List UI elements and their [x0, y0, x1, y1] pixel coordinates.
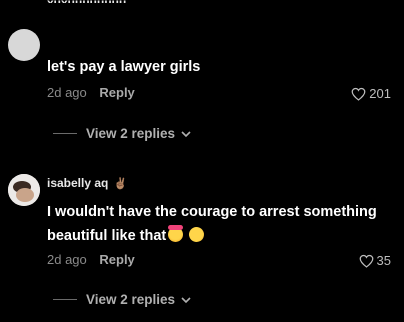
- divider-line: [53, 299, 77, 300]
- view-replies-button[interactable]: View 2 replies: [53, 126, 191, 141]
- username-text: isabelly aq: [47, 176, 109, 190]
- like-button[interactable]: 35: [359, 253, 391, 268]
- rofl-emoji-icon: [186, 224, 207, 245]
- view-replies-button[interactable]: View 2 replies: [53, 292, 191, 307]
- comment-meta: 2d ago Reply: [47, 252, 135, 267]
- comment-username[interactable]: isabelly aq ✌🏽: [47, 175, 127, 192]
- comment-username[interactable]: xuxuuuuuuuu: [47, 0, 126, 3]
- heart-icon: [359, 254, 373, 268]
- comment-text: I wouldn't have the courage to arrest so…: [47, 200, 397, 248]
- heart-icon: [351, 87, 366, 101]
- view-replies-label: View 2 replies: [86, 292, 176, 307]
- comment-text-body: I wouldn't have the courage to arrest so…: [47, 204, 377, 244]
- chevron-down-icon: [181, 296, 191, 303]
- comment-meta: 2d ago Reply: [47, 85, 135, 100]
- avatar[interactable]: [8, 29, 40, 61]
- avatar-image: [8, 174, 40, 206]
- like-count: 35: [376, 253, 391, 268]
- comment-text: let's pay a lawyer girls: [47, 59, 201, 75]
- like-count: 201: [369, 86, 391, 101]
- comment-timestamp: 2d ago: [47, 252, 87, 267]
- heart-eyes-emoji-icon: [168, 225, 184, 242]
- view-replies-label: View 2 replies: [86, 126, 176, 141]
- victory-hand-emoji: ✌🏽: [113, 178, 128, 190]
- chevron-down-icon: [181, 130, 191, 137]
- reply-button[interactable]: Reply: [99, 252, 134, 267]
- comment-item: isabelly aq ✌🏽 I wouldn't have the coura…: [0, 166, 404, 322]
- like-button[interactable]: 201: [351, 86, 391, 101]
- reply-button[interactable]: Reply: [99, 85, 134, 100]
- divider-line: [53, 133, 77, 134]
- comment-item: xuxuuuuuuuu let's pay a lawyer girls 2d …: [0, 0, 404, 150]
- avatar[interactable]: [8, 174, 40, 206]
- comment-timestamp: 2d ago: [47, 85, 87, 100]
